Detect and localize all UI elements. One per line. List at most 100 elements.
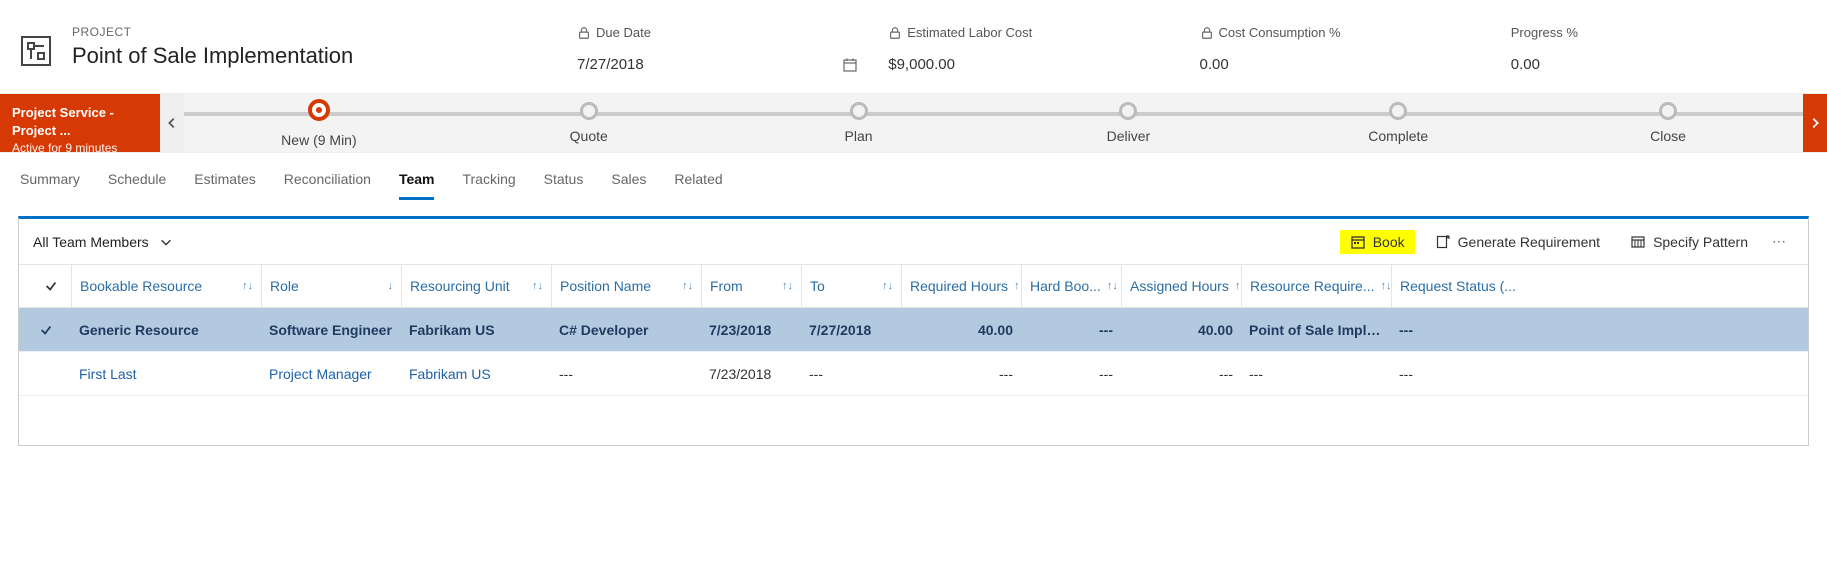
tab-summary[interactable]: Summary bbox=[20, 171, 80, 200]
button-label: Generate Requirement bbox=[1458, 234, 1600, 250]
stage-label: New (9 Min) bbox=[184, 132, 454, 148]
cell-resource-requirement: --- bbox=[1241, 366, 1391, 382]
tab-team[interactable]: Team bbox=[399, 171, 435, 200]
team-grid: All Team Members Book Generate Requireme… bbox=[18, 216, 1809, 446]
stage-label: Close bbox=[1533, 128, 1803, 144]
business-process-flow: Project Service - Project ... Active for… bbox=[0, 93, 1827, 153]
view-name: All Team Members bbox=[33, 234, 149, 250]
header-field-cost-consumption: Cost Consumption % 0.00 bbox=[1185, 25, 1496, 73]
generate-icon bbox=[1435, 234, 1451, 250]
chevron-down-icon bbox=[159, 235, 173, 249]
header-field-value: 7/27/2018 bbox=[577, 56, 644, 73]
cell-bookable-resource[interactable]: Generic Resource bbox=[71, 322, 261, 338]
row-checkbox[interactable] bbox=[31, 323, 71, 337]
stage-label: Deliver bbox=[993, 128, 1263, 144]
select-all-checkbox[interactable] bbox=[31, 265, 71, 307]
cell-position-name: C# Developer bbox=[551, 322, 701, 338]
col-bookable-resource[interactable]: Bookable Resource↑↓ bbox=[71, 265, 261, 307]
record-header: PROJECT Point of Sale Implementation Due… bbox=[0, 0, 1827, 83]
col-to[interactable]: To↑↓ bbox=[801, 265, 901, 307]
tab-sales[interactable]: Sales bbox=[611, 171, 646, 200]
stage-close[interactable]: Close bbox=[1533, 102, 1803, 152]
col-hard-book[interactable]: Hard Boo...↑↓ bbox=[1021, 265, 1121, 307]
process-name: Project Service - Project ... bbox=[12, 104, 148, 140]
cell-hard-book: --- bbox=[1021, 366, 1121, 382]
stage-deliver[interactable]: Deliver bbox=[993, 102, 1263, 152]
col-from[interactable]: From↑↓ bbox=[701, 265, 801, 307]
stage-new[interactable]: New (9 Min) bbox=[184, 102, 454, 152]
col-required-hours[interactable]: Required Hours↑↓ bbox=[901, 265, 1021, 307]
lock-icon bbox=[577, 26, 591, 40]
generate-requirement-button[interactable]: Generate Requirement bbox=[1425, 230, 1610, 254]
header-field-labor-cost: Estimated Labor Cost $9,000.00 bbox=[873, 25, 1184, 73]
cell-assigned-hours: 40.00 bbox=[1121, 322, 1241, 338]
cell-from: 7/23/2018 bbox=[701, 322, 801, 338]
tab-reconciliation[interactable]: Reconciliation bbox=[284, 171, 371, 200]
stage-label: Quote bbox=[454, 128, 724, 144]
cell-required-hours: --- bbox=[901, 366, 1021, 382]
view-picker[interactable]: All Team Members bbox=[33, 234, 173, 250]
header-field-value: 0.00 bbox=[1511, 56, 1540, 73]
header-field-label: Cost Consumption % bbox=[1219, 25, 1341, 40]
cell-role: Software Engineer bbox=[261, 322, 401, 338]
entity-label: PROJECT bbox=[72, 25, 562, 39]
stage-complete[interactable]: Complete bbox=[1263, 102, 1533, 152]
cell-request-status: --- bbox=[1391, 366, 1551, 382]
cell-required-hours: 40.00 bbox=[901, 322, 1021, 338]
cell-assigned-hours: --- bbox=[1121, 366, 1241, 382]
book-button[interactable]: Book bbox=[1340, 230, 1415, 254]
col-role[interactable]: Role↓ bbox=[261, 265, 401, 307]
cell-resourcing-unit: Fabrikam US bbox=[401, 322, 551, 338]
cell-position-name: --- bbox=[551, 366, 701, 382]
form-tabs: Summary Schedule Estimates Reconciliatio… bbox=[0, 153, 1827, 201]
grid-header-row: Bookable Resource↑↓ Role↓ Resourcing Uni… bbox=[19, 264, 1808, 308]
stage-label: Complete bbox=[1263, 128, 1533, 144]
calendar-icon bbox=[1350, 234, 1366, 250]
cell-bookable-resource[interactable]: First Last bbox=[71, 366, 261, 382]
header-field-due-date: Due Date 7/27/2018 bbox=[562, 25, 873, 73]
col-position-name[interactable]: Position Name↑↓ bbox=[551, 265, 701, 307]
process-next-arrow[interactable] bbox=[1803, 94, 1827, 152]
project-icon bbox=[20, 35, 52, 67]
button-label: Specify Pattern bbox=[1653, 234, 1748, 250]
tab-tracking[interactable]: Tracking bbox=[462, 171, 515, 200]
specify-pattern-button[interactable]: Specify Pattern bbox=[1620, 230, 1758, 254]
lock-icon bbox=[1200, 26, 1214, 40]
header-field-value: $9,000.00 bbox=[888, 56, 955, 73]
pattern-icon bbox=[1630, 234, 1646, 250]
cell-to: 7/27/2018 bbox=[801, 322, 901, 338]
header-field-value: 0.00 bbox=[1200, 56, 1229, 73]
lock-icon bbox=[888, 26, 902, 40]
stage-plan[interactable]: Plan bbox=[724, 102, 994, 152]
process-prev-arrow[interactable] bbox=[160, 94, 184, 152]
grid-row[interactable]: Generic Resource Software Engineer Fabri… bbox=[19, 308, 1808, 352]
calendar-icon[interactable] bbox=[842, 57, 858, 73]
process-flag[interactable]: Project Service - Project ... Active for… bbox=[0, 94, 160, 152]
cell-resourcing-unit[interactable]: Fabrikam US bbox=[401, 366, 551, 382]
header-field-label: Estimated Labor Cost bbox=[907, 25, 1032, 40]
more-commands-button[interactable]: ⋯ bbox=[1766, 229, 1794, 254]
tab-related[interactable]: Related bbox=[674, 171, 722, 200]
tab-status[interactable]: Status bbox=[544, 171, 584, 200]
cell-to: --- bbox=[801, 366, 901, 382]
col-request-status[interactable]: Request Status (... bbox=[1391, 265, 1551, 307]
stage-label: Plan bbox=[724, 128, 994, 144]
stage-quote[interactable]: Quote bbox=[454, 102, 724, 152]
col-resourcing-unit[interactable]: Resourcing Unit↑↓ bbox=[401, 265, 551, 307]
cell-resource-requirement[interactable]: Point of Sale Implem... bbox=[1241, 322, 1391, 338]
tab-estimates[interactable]: Estimates bbox=[194, 171, 255, 200]
header-field-label: Progress % bbox=[1511, 25, 1578, 40]
col-assigned-hours[interactable]: Assigned Hours↑↓ bbox=[1121, 265, 1241, 307]
record-title: Point of Sale Implementation bbox=[72, 43, 562, 69]
grid-row[interactable]: First Last Project Manager Fabrikam US -… bbox=[19, 352, 1808, 396]
cell-role[interactable]: Project Manager bbox=[261, 366, 401, 382]
cell-from: 7/23/2018 bbox=[701, 366, 801, 382]
header-field-progress: Progress % 0.00 bbox=[1496, 25, 1807, 73]
cell-hard-book: --- bbox=[1021, 322, 1121, 338]
button-label: Book bbox=[1373, 234, 1405, 250]
process-active-time: Active for 9 minutes bbox=[12, 140, 148, 157]
header-field-label: Due Date bbox=[596, 25, 651, 40]
cell-request-status: --- bbox=[1391, 322, 1551, 338]
col-resource-requirement[interactable]: Resource Require...↑↓ bbox=[1241, 265, 1391, 307]
tab-schedule[interactable]: Schedule bbox=[108, 171, 166, 200]
